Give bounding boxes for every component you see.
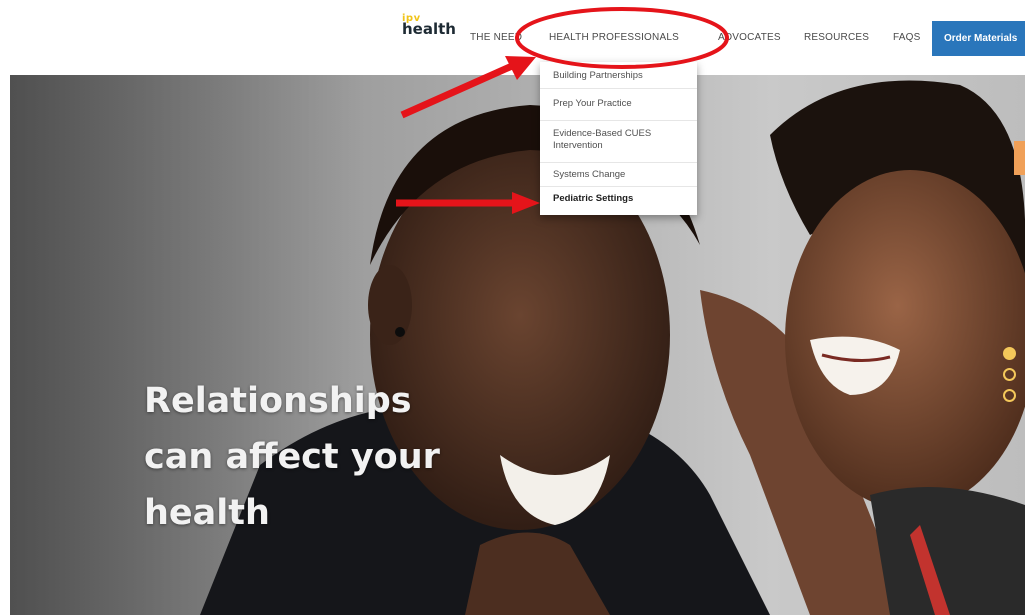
hero-banner: Relationships can affect your health (10, 75, 1025, 615)
hero-headline-line-2: can affect your (144, 437, 440, 477)
nav-advocates[interactable]: ADVOCATES (718, 32, 781, 43)
carousel-dot-1[interactable] (1003, 347, 1016, 360)
logo-text-bottom: health (402, 20, 456, 38)
nav-the-need[interactable]: THE NEED (470, 32, 522, 43)
menu-item-pediatric-settings[interactable]: Pediatric Settings (540, 186, 697, 212)
ipv-health-logo[interactable]: ipv health (402, 14, 456, 37)
menu-item-cues-intervention[interactable]: Evidence-Based CUES Intervention (540, 120, 697, 162)
carousel-dot-3[interactable] (1003, 389, 1016, 402)
nav-health-professionals[interactable]: HEALTH PROFESSIONALS (549, 32, 679, 43)
order-materials-button[interactable]: Order Materials (932, 21, 1025, 56)
nav-faqs[interactable]: FAQS (893, 32, 920, 43)
carousel-dot-2[interactable] (1003, 368, 1016, 381)
hero-headline-line-1: Relationships (144, 381, 412, 421)
menu-item-systems-change[interactable]: Systems Change (540, 162, 697, 186)
hero-headline-line-3: health (144, 493, 270, 533)
side-feedback-tab[interactable] (1014, 141, 1025, 175)
site-header: ipv health THE NEED HEALTH PROFESSIONALS… (0, 0, 1025, 75)
nav-resources[interactable]: RESOURCES (804, 32, 869, 43)
health-professionals-dropdown: Building Partnerships Prep Your Practice… (540, 62, 697, 215)
hero-headline: Relationships can affect your health (144, 373, 474, 541)
menu-item-prep-your-practice[interactable]: Prep Your Practice (540, 88, 697, 120)
menu-item-building-partnerships[interactable]: Building Partnerships (540, 66, 697, 86)
